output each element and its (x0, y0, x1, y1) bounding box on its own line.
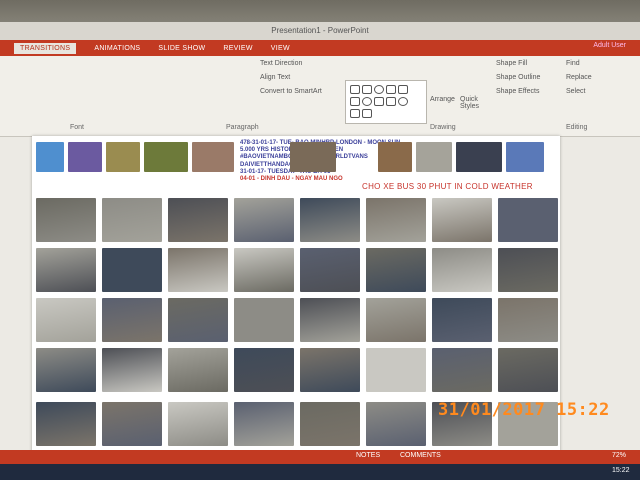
photo-thumbnail[interactable] (432, 248, 492, 292)
photo-thumbnail[interactable] (498, 298, 558, 342)
photo-thumbnail[interactable] (36, 348, 96, 392)
photo-thumbnail[interactable] (300, 298, 360, 342)
photo-thumbnail[interactable] (234, 348, 294, 392)
slide-title: CHO XE BUS 30 PHUT IN COLD WEATHER (362, 182, 533, 191)
photo-thumbnail[interactable] (102, 198, 162, 242)
photo-thumbnail[interactable] (168, 348, 228, 392)
tab-animations[interactable]: ANIMATIONS (94, 45, 140, 52)
find-button[interactable]: Find (566, 60, 580, 67)
photo-thumbnail[interactable] (168, 402, 228, 446)
text-direction-button[interactable]: Text Direction (260, 60, 302, 67)
tab-review[interactable]: REVIEW (223, 45, 252, 52)
header-thumbnail[interactable] (68, 142, 102, 172)
photo-thumbnail[interactable] (432, 198, 492, 242)
photo-thumbnail[interactable] (36, 298, 96, 342)
group-font-label: Font (70, 124, 85, 131)
header-thumbnail[interactable] (378, 142, 412, 172)
camera-timestamp: 31/01/2017 15:22 (438, 400, 610, 420)
group-editing-label: Editing (566, 124, 588, 131)
window-title: Presentation1 - PowerPoint (0, 22, 640, 40)
notes-button[interactable]: NOTES (356, 452, 380, 459)
group-drawing-label: Drawing (430, 124, 456, 131)
photo-thumbnail[interactable] (366, 198, 426, 242)
shapes-gallery[interactable] (345, 80, 427, 124)
photo-thumbnail[interactable] (498, 248, 558, 292)
header-thumbnail[interactable] (192, 142, 234, 172)
photo-thumbnail[interactable] (432, 348, 492, 392)
photo-thumbnail[interactable] (102, 298, 162, 342)
tab-view[interactable]: VIEW (271, 45, 290, 52)
photo-thumbnail[interactable] (102, 248, 162, 292)
taskbar: 15:22 (0, 464, 640, 480)
account-name[interactable]: Adult User (593, 42, 626, 49)
zoom-level[interactable]: 72% (612, 452, 626, 459)
ribbon: Text Direction Align Text Convert to Sma… (0, 56, 640, 137)
header-thumbnail[interactable] (106, 142, 140, 172)
ribbon-tab-bar: TRANSITIONS ANIMATIONS SLIDE SHOW REVIEW… (0, 40, 640, 56)
photo-thumbnail[interactable] (300, 402, 360, 446)
photo-thumbnail[interactable] (168, 198, 228, 242)
smartart-button[interactable]: Convert to SmartArt (260, 88, 322, 95)
shape-effects-button[interactable]: Shape Effects (496, 88, 539, 95)
replace-button[interactable]: Replace (566, 74, 592, 81)
photo-thumbnail[interactable] (234, 248, 294, 292)
photo-thumbnail[interactable] (300, 348, 360, 392)
align-text-button[interactable]: Align Text (260, 74, 290, 81)
tab-slide-show[interactable]: SLIDE SHOW (158, 45, 205, 52)
shape-outline-button[interactable]: Shape Outline (496, 74, 540, 81)
header-thumbnail[interactable] (506, 142, 544, 172)
header-thumbnail[interactable] (36, 142, 64, 172)
header-thumbnail[interactable] (548, 142, 554, 172)
photo-thumbnail[interactable] (366, 402, 426, 446)
photo-thumbnail[interactable] (234, 198, 294, 242)
photo-thumbnail[interactable] (234, 298, 294, 342)
header-thumbnail[interactable] (144, 142, 188, 172)
photo-thumbnail[interactable] (300, 248, 360, 292)
photo-thumbnail[interactable] (498, 348, 558, 392)
header-thumbnail[interactable] (416, 142, 452, 172)
photo-thumbnail[interactable] (36, 402, 96, 446)
photo-thumbnail[interactable] (168, 248, 228, 292)
photo-thumbnail[interactable] (234, 402, 294, 446)
photo-thumbnail[interactable] (366, 348, 426, 392)
photo-thumbnail[interactable] (168, 298, 228, 342)
group-paragraph-label: Paragraph (226, 124, 259, 131)
arrange-button[interactable]: Arrange (430, 96, 455, 103)
photo-thumbnail[interactable] (366, 298, 426, 342)
comments-button[interactable]: COMMENTS (400, 452, 441, 459)
taskbar-clock: 15:22 (612, 467, 630, 474)
select-button[interactable]: Select (566, 88, 585, 95)
shape-fill-button[interactable]: Shape Fill (496, 60, 527, 67)
photo-thumbnail[interactable] (102, 348, 162, 392)
quick-styles-button[interactable]: Quick Styles (460, 96, 490, 110)
header-thumbnail[interactable] (456, 142, 502, 172)
header-thumbnail[interactable] (290, 142, 336, 172)
photo-thumbnail[interactable] (300, 198, 360, 242)
photo-thumbnail[interactable] (498, 198, 558, 242)
photo-thumbnail[interactable] (36, 248, 96, 292)
photo-thumbnail[interactable] (432, 298, 492, 342)
photo-thumbnail[interactable] (36, 198, 96, 242)
tab-transitions[interactable]: TRANSITIONS (14, 42, 77, 54)
photo-thumbnail[interactable] (102, 402, 162, 446)
photo-thumbnail[interactable] (366, 248, 426, 292)
status-bar: NOTES COMMENTS 72% (0, 450, 640, 464)
